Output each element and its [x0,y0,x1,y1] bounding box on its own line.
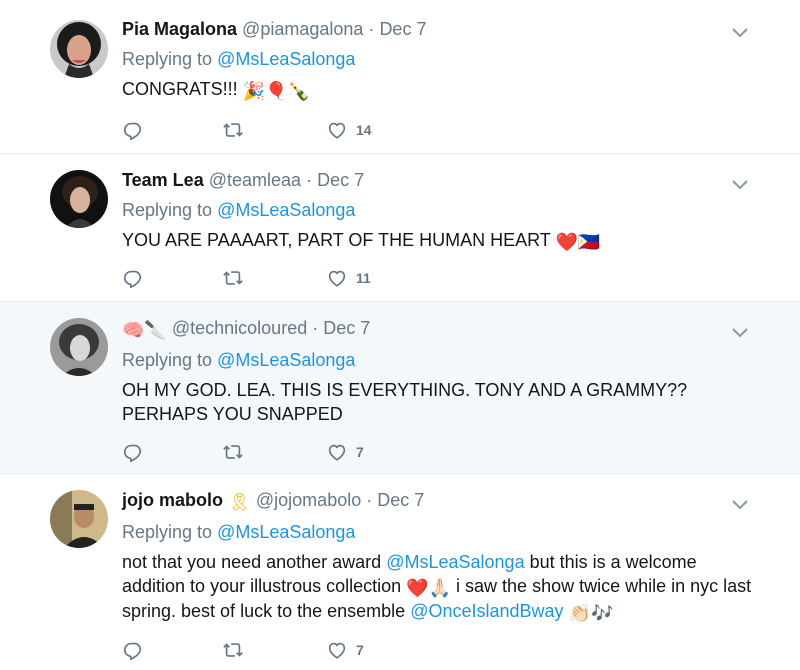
reply-button[interactable] [122,265,144,291]
display-name[interactable]: jojo mabolo [122,490,223,510]
like-icon [326,119,348,141]
tweet-text: YOU ARE PAAAART, PART OF THE HUMAN HEART… [122,228,780,253]
tweet-actions: 7 [122,439,522,465]
reply-icon [122,639,144,661]
replying-to-mention[interactable]: @MsLeaSalonga [217,200,355,220]
tweet-actions: 7 [122,637,522,663]
retweet-button[interactable] [222,637,244,663]
chevron-down-icon[interactable] [730,498,750,512]
display-name[interactable]: Team Lea [122,170,204,190]
like-button[interactable]: 7 [326,637,364,663]
tweet-4[interactable]: jojo mabolo 🎗 @jojomabolo · Dec 7 Replyi… [0,474,800,670]
tweet-header: 🧠🔪 @technicoloured · Dec 7 [122,317,780,341]
musical-notes-emoji: 🎶 [590,603,614,623]
like-count: 11 [356,270,371,286]
chevron-down-icon[interactable] [730,26,750,40]
user-handle[interactable]: @jojomabolo [256,490,361,510]
avatar[interactable] [50,20,108,78]
like-button[interactable]: 11 [326,265,371,291]
replying-to-label: Replying to [122,200,213,220]
tweet-2[interactable]: Team Lea @teamleaa · Dec 7 Replying to @… [0,154,800,302]
like-button[interactable]: 7 [326,439,364,465]
replying-to-mention[interactable]: @MsLeaSalonga [217,49,355,69]
red-heart-emoji: ❤️ [555,232,578,252]
folded-hands-emoji: 🙏🏻 [428,578,452,598]
reply-icon [122,119,144,141]
tweet-text-body: CONGRATS!!! [122,79,238,99]
mention-link[interactable]: @OnceIslandBway [410,601,563,621]
tweet-date[interactable]: Dec 7 [379,19,426,39]
tweet-date[interactable]: Dec 7 [317,170,364,190]
tweet-text: not that you need another award @MsLeaSa… [122,550,762,624]
tweet-header: Team Lea @teamleaa · Dec 7 [122,169,780,191]
display-name[interactable]: Pia Magalona [122,19,237,39]
replying-to-label: Replying to [122,49,213,69]
like-count: 14 [356,122,372,138]
balloon-emoji: 🎈 [265,81,288,101]
separator: · [306,170,313,190]
red-heart-emoji: ❤️ [406,578,429,598]
user-handle[interactable]: @technicoloured [172,318,307,338]
replying-to-mention[interactable]: @MsLeaSalonga [217,522,355,542]
like-icon [326,639,348,661]
like-count: 7 [356,444,364,460]
replying-to-label: Replying to [122,350,213,370]
replying-to: Replying to @MsLeaSalonga [122,521,780,543]
separator: · [312,318,319,338]
tweet-text-part1: not that you need another award [122,552,382,572]
tweet-text-body: OH MY GOD. LEA. THIS IS EVERYTHING. TONY… [122,380,688,424]
mention-link[interactable]: @MsLeaSalonga [386,552,524,572]
chevron-down-icon[interactable] [730,178,750,192]
replying-to: Replying to @MsLeaSalonga [122,48,780,70]
separator: · [368,19,375,39]
tweet-header: jojo mabolo 🎗 @jojomabolo · Dec 7 [122,489,780,513]
tweet-3[interactable]: 🧠🔪 @technicoloured · Dec 7 Replying to @… [0,302,800,474]
retweet-button[interactable] [222,265,244,291]
reply-icon [122,441,144,463]
tweet-actions: 14 [122,117,522,143]
clapping-hands-emoji: 👏🏻 [568,603,591,623]
tweet-date[interactable]: Dec 7 [323,318,370,338]
brain-emoji[interactable]: 🧠 [122,319,144,341]
ribbon-emoji: 🎗 [228,492,251,512]
replying-to-mention[interactable]: @MsLeaSalonga [217,350,355,370]
replying-to: Replying to @MsLeaSalonga [122,199,780,221]
retweet-button[interactable] [222,439,244,465]
avatar[interactable] [50,490,108,548]
tweet-actions: 11 [122,265,522,291]
retweet-icon [222,119,244,141]
tweet-1[interactable]: Pia Magalona @piamagalona · Dec 7 Replyi… [0,0,800,154]
avatar[interactable] [50,318,108,376]
replying-to: Replying to @MsLeaSalonga [122,349,780,371]
philippines-flag-emoji: 🇵🇭 [577,232,601,252]
like-count: 7 [356,642,364,658]
tweet-text: OH MY GOD. LEA. THIS IS EVERYTHING. TONY… [122,378,762,426]
retweet-icon [222,441,244,463]
replying-to-label: Replying to [122,522,213,542]
knife-emoji[interactable]: 🔪 [144,319,166,341]
avatar[interactable] [50,170,108,228]
reply-button[interactable] [122,637,144,663]
champagne-emoji: 🍾 [287,81,310,101]
reply-button[interactable] [122,117,144,143]
like-button[interactable]: 14 [326,117,372,143]
like-icon [326,441,348,463]
retweet-icon [222,639,244,661]
tweet-header: Pia Magalona @piamagalona · Dec 7 [122,18,780,40]
tweet-date[interactable]: Dec 7 [377,490,424,510]
user-handle[interactable]: @teamleaa [209,170,301,190]
retweet-button[interactable] [222,117,244,143]
party-popper-emoji: 🎉 [242,81,266,101]
user-handle[interactable]: @piamagalona [242,19,363,39]
separator: · [366,490,373,510]
chevron-down-icon[interactable] [730,326,750,340]
reply-button[interactable] [122,439,144,465]
tweet-text: CONGRATS!!! 🎉🎈🍾 [122,77,780,102]
tweet-text-body: YOU ARE PAAAART, PART OF THE HUMAN HEART [122,230,551,250]
retweet-icon [222,267,244,289]
like-icon [326,267,348,289]
reply-icon [122,267,144,289]
